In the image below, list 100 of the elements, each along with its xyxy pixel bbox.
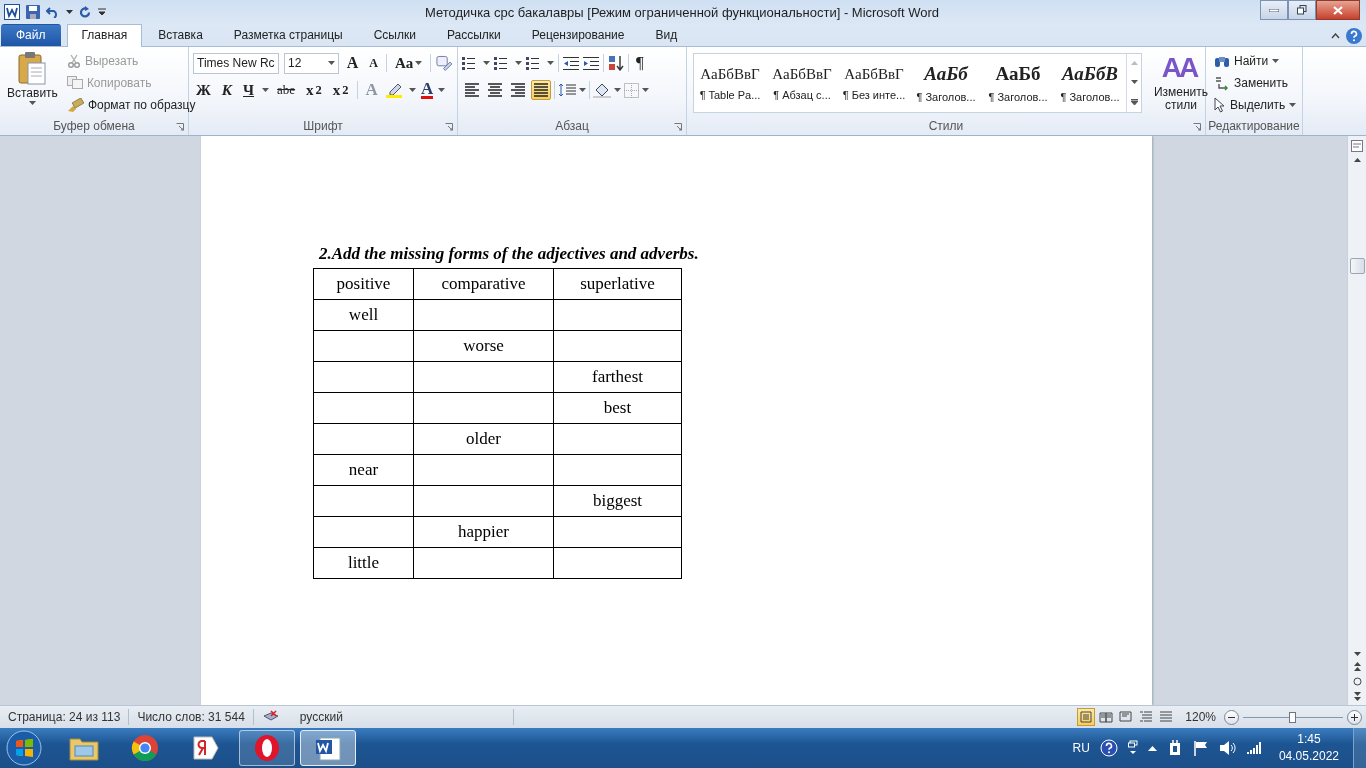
ribbon-tab[interactable]: Вставка: [143, 24, 218, 46]
caret-icon: [1272, 58, 1280, 63]
line-spacing-icon[interactable]: [558, 83, 576, 97]
signal-icon[interactable]: [1246, 741, 1263, 755]
caret-icon: [327, 61, 335, 65]
grow-font-button[interactable]: A: [343, 54, 362, 72]
align-right-button[interactable]: [508, 80, 528, 100]
ribbon-tab[interactable]: Вид: [640, 24, 693, 46]
select-button[interactable]: Выделить: [1214, 95, 1297, 114]
file-menu-tab[interactable]: Файл: [1, 24, 61, 46]
ribbon-tab[interactable]: Рецензирование: [516, 24, 640, 46]
ribbon-tab[interactable]: Ссылки: [358, 24, 431, 46]
customize-toolbar-icon[interactable]: [98, 8, 106, 16]
style-name: ¶ Заголов...: [916, 91, 976, 103]
font-color-button[interactable]: A: [420, 81, 434, 99]
ruler-toggle-icon[interactable]: [1351, 139, 1363, 152]
scroll-thumb[interactable]: [1349, 257, 1365, 274]
language-indicator[interactable]: русский: [299, 710, 343, 725]
font-name-field[interactable]: Times New Rc: [193, 52, 279, 74]
cursor-icon: [1214, 96, 1226, 113]
close-button[interactable]: [1316, 0, 1360, 20]
dialog-launcher-icon[interactable]: [176, 122, 184, 131]
strike-button[interactable]: abe: [274, 82, 299, 98]
style-gallery-item[interactable]: АаБбВвГ ¶ Абзац с...: [766, 54, 838, 112]
table-cell: little: [313, 547, 414, 579]
previous-page-icon[interactable]: [1353, 662, 1361, 672]
page-count[interactable]: Страница: 24 из 113: [0, 709, 130, 726]
ribbon-tab[interactable]: Разметка страницы: [218, 24, 358, 46]
font-size-field[interactable]: 12: [284, 52, 339, 74]
show-formatting-marks-button[interactable]: ¶: [633, 53, 647, 73]
style-sample: АаБбВ: [1061, 63, 1119, 85]
style-name: ¶ Заголов...: [1060, 91, 1120, 103]
redo-icon[interactable]: [79, 5, 92, 19]
zoom-in-button[interactable]: [1347, 709, 1362, 725]
dialog-launcher-icon[interactable]: [1193, 122, 1201, 131]
scroll-up-icon[interactable]: [1353, 157, 1361, 162]
style-gallery-item[interactable]: АаБбВвГ ¶ Table Pa...: [694, 54, 766, 112]
style-gallery-item[interactable]: АаБбВвГ ¶ Без инте...: [838, 54, 910, 112]
align-center-button[interactable]: [485, 80, 505, 100]
start-button[interactable]: [6, 730, 42, 766]
show-hidden-icons[interactable]: [1147, 745, 1157, 751]
highlighter-icon[interactable]: [385, 82, 404, 98]
dialog-launcher-icon[interactable]: [674, 122, 682, 131]
align-left-button[interactable]: [462, 80, 482, 100]
underline-button[interactable]: Ч: [240, 81, 258, 99]
shading-icon[interactable]: [593, 82, 611, 98]
italic-button[interactable]: К: [218, 81, 236, 99]
format-painter-button[interactable]: Формат по образцу: [66, 95, 196, 114]
collapse-ribbon-icon[interactable]: [1331, 32, 1340, 39]
find-button[interactable]: Найти: [1214, 51, 1297, 70]
group-label: Шрифт: [302, 117, 344, 135]
speaker-icon[interactable]: [1218, 740, 1237, 756]
help-icon[interactable]: [1346, 27, 1362, 44]
clear-formatting-icon[interactable]: [436, 55, 453, 71]
browser-icon[interactable]: [239, 730, 295, 766]
ribbon-tab[interactable]: Рассылки: [431, 24, 516, 46]
undo-icon[interactable]: [46, 6, 60, 18]
style-gallery-item[interactable]: АаБб ¶ Заголов...: [982, 54, 1054, 112]
style-gallery-item[interactable]: АаБб ¶ Заголов...: [910, 54, 982, 112]
flag-icon[interactable]: [1192, 740, 1209, 756]
align-justify-button[interactable]: [531, 80, 551, 100]
clock-date[interactable]: 04.05.2022: [1278, 748, 1339, 765]
paste-button[interactable]: Вставить: [4, 51, 61, 118]
dialog-launcher-icon[interactable]: [445, 122, 453, 131]
sort-icon[interactable]: [608, 55, 624, 71]
clock-time[interactable]: 1:45: [1297, 731, 1321, 748]
zoom-out-button[interactable]: [1224, 709, 1239, 725]
copy-icon: [66, 76, 83, 89]
replace-icon: [1214, 74, 1230, 91]
style-gallery-item[interactable]: АаБбВ ¶ Заголов...: [1054, 54, 1126, 112]
word-app-icon[interactable]: [4, 4, 20, 20]
exercise-heading: 2.Add the missing forms of the adjectives and adverbs.: [319, 243, 700, 264]
group-label: Редактирование: [1208, 117, 1300, 135]
change-case-button[interactable]: Aa: [391, 54, 426, 72]
column-header: superlative: [553, 268, 682, 300]
browse-object-icon[interactable]: [1352, 677, 1362, 687]
zoom-slider-thumb[interactable]: [1289, 711, 1296, 723]
help-icon[interactable]: [1099, 739, 1118, 757]
caret-icon: [614, 88, 621, 92]
group-label: Стили: [927, 117, 965, 135]
decrease-indent-icon[interactable]: [563, 56, 579, 70]
word-count[interactable]: Число слов: 31 544: [129, 709, 254, 726]
print-view-button[interactable]: [1077, 708, 1096, 727]
bold-button[interactable]: Ж: [193, 81, 214, 99]
style-name: ¶ Абзац с...: [773, 88, 831, 101]
paintbrush-icon: [66, 97, 84, 112]
restore-button[interactable]: [1288, 0, 1316, 20]
close-icon: [1333, 5, 1343, 15]
input-language-indicator[interactable]: RU: [1072, 741, 1090, 755]
more-styles-icon[interactable]: [1130, 98, 1138, 105]
replace-button[interactable]: Заменить: [1214, 73, 1297, 92]
zoom-level[interactable]: 120%: [1185, 710, 1216, 725]
plus-icon: [1351, 713, 1358, 721]
ribbon-tab[interactable]: Главная: [66, 24, 143, 47]
increase-indent-icon[interactable]: [583, 56, 599, 70]
save-icon[interactable]: [26, 5, 40, 19]
change-styles-button[interactable]: AA Изменить стили: [1148, 51, 1214, 118]
shrink-font-button[interactable]: A: [366, 55, 381, 71]
scroll-down-icon[interactable]: [1353, 652, 1361, 657]
next-page-icon[interactable]: [1353, 692, 1361, 702]
